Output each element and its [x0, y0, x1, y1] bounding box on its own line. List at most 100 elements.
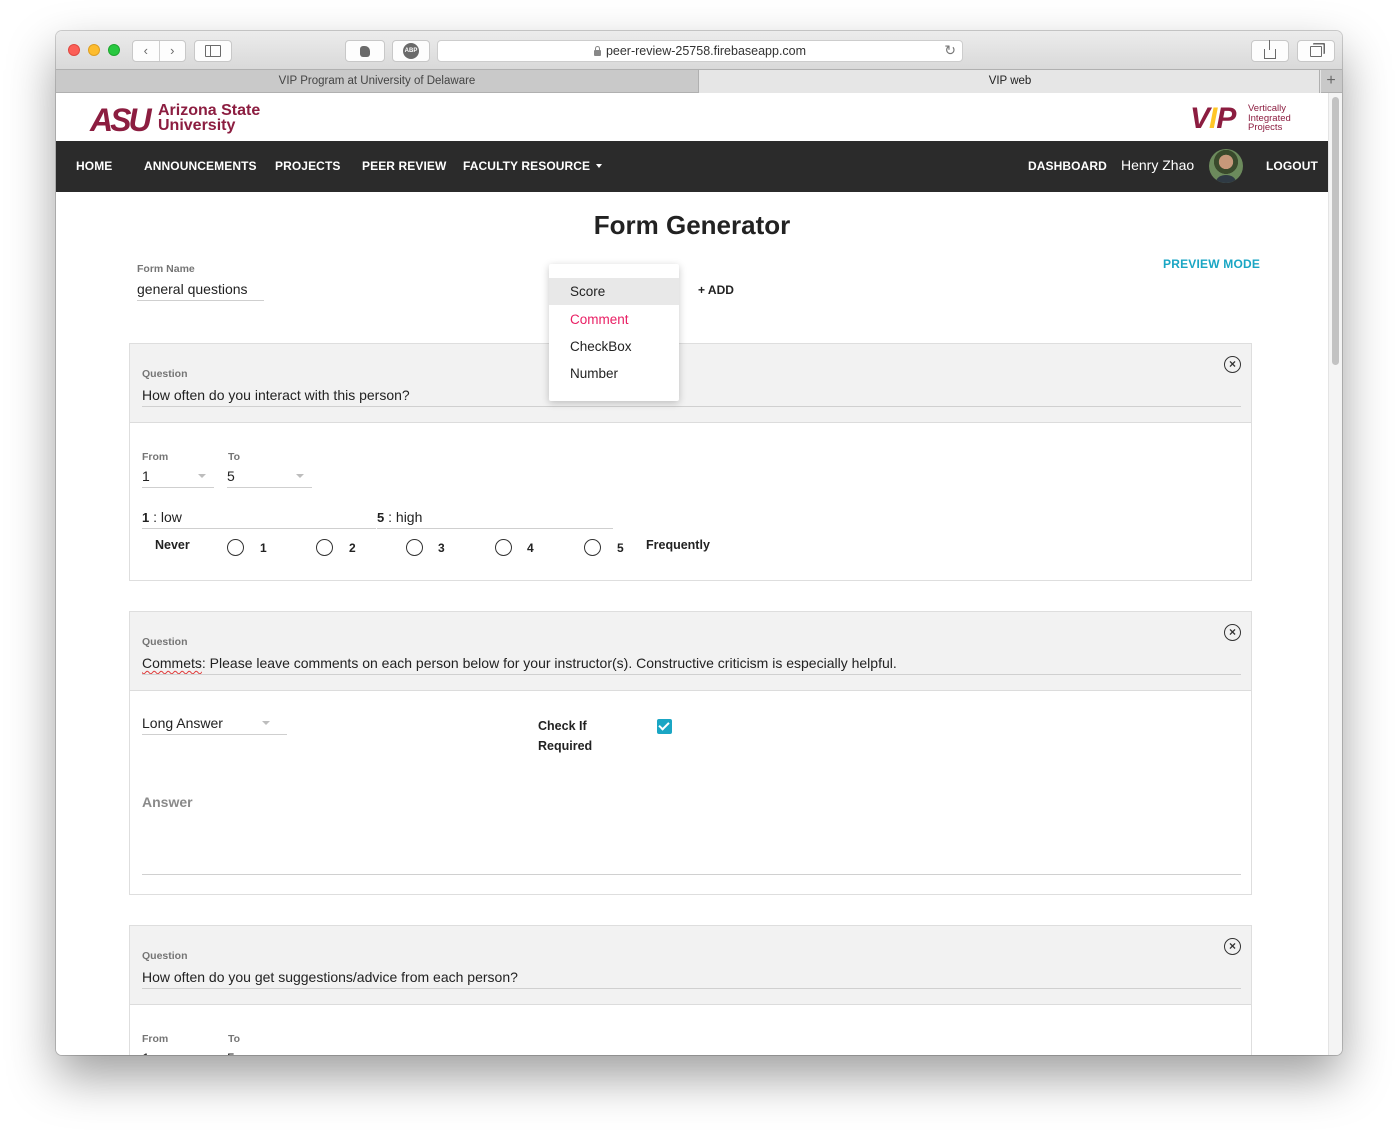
back-icon[interactable]: ‹	[133, 41, 160, 61]
page-title: Form Generator	[593, 210, 791, 240]
low-num: 1	[142, 510, 150, 525]
reload-icon[interactable]: ↻	[944, 42, 956, 59]
nav-announcements[interactable]: ANNOUNCEMENTS	[144, 141, 257, 192]
answer-textarea[interactable]	[142, 874, 1241, 875]
tab-vip-delaware[interactable]: VIP Program at University of Delaware	[56, 70, 698, 93]
radio-option[interactable]	[495, 539, 512, 556]
to-select[interactable]: 5	[227, 467, 312, 488]
sidebar-toggle-button[interactable]	[194, 40, 232, 62]
nav-faculty-resource[interactable]: FACULTY RESOURCE	[463, 141, 603, 192]
close-window-button[interactable]	[68, 44, 80, 56]
required-checkbox[interactable]	[657, 719, 672, 734]
radio-option[interactable]	[316, 539, 333, 556]
asu-logo-mark: ASU	[90, 102, 152, 138]
vip-logo-line3: Projects	[1248, 122, 1283, 133]
forward-icon[interactable]: ›	[160, 41, 186, 61]
from-label: From	[142, 451, 169, 463]
new-tab-icon[interactable]: +	[1319, 70, 1342, 93]
question-text-prefix: Commets	[142, 655, 202, 671]
menu-item-comment[interactable]: Comment	[549, 306, 679, 333]
vip-logo-v: V	[1190, 102, 1210, 135]
question-header: Question How often do you get suggestion…	[130, 926, 1251, 1005]
radio-option[interactable]	[227, 539, 244, 556]
caret-down-icon	[596, 164, 603, 168]
low-sep: :	[153, 509, 158, 525]
evernote-extension-button[interactable]	[345, 40, 385, 62]
question-label: Question	[142, 368, 188, 380]
dropdown-arrow-icon	[296, 474, 304, 478]
vip-logo-p: P	[1216, 102, 1236, 135]
question-card: Question How often do you interact with …	[129, 343, 1252, 581]
lock-icon	[593, 46, 601, 56]
to-value: 5	[227, 1050, 235, 1055]
low-text: low	[160, 509, 182, 525]
tab-vip-web[interactable]: VIP web	[698, 70, 1321, 93]
browser-titlebar: ‹ › ABP peer-review-25758.firebaseapp.co…	[56, 31, 1342, 69]
answer-label: Answer	[142, 794, 193, 810]
scrollbar-thumb[interactable]	[1332, 97, 1339, 365]
nav-dashboard[interactable]: DASHBOARD	[1028, 141, 1107, 192]
adblock-extension-button[interactable]: ABP	[392, 40, 430, 62]
high-label-input[interactable]: 5 : high	[377, 508, 613, 529]
form-name-input[interactable]: general questions	[137, 280, 264, 301]
close-icon[interactable]: ×	[1224, 624, 1241, 641]
from-select[interactable]: 1	[142, 1049, 214, 1055]
tab-bar: VIP Program at University of Delaware VI…	[56, 69, 1342, 93]
add-question-button[interactable]: + ADD	[698, 283, 734, 297]
from-value: 1	[142, 468, 150, 484]
browser-window: ‹ › ABP peer-review-25758.firebaseapp.co…	[56, 31, 1342, 1055]
adblock-icon: ABP	[403, 43, 419, 59]
low-label-input[interactable]: 1 : low	[142, 508, 376, 529]
question-text-input[interactable]: How often do you get suggestions/advice …	[142, 968, 1241, 989]
answer-type-select[interactable]: Long Answer	[142, 714, 287, 735]
menu-item-score[interactable]: Score	[549, 278, 679, 305]
from-label: From	[142, 1033, 169, 1045]
question-text-input[interactable]: Commets: Please leave comments on each p…	[142, 654, 1241, 675]
tabs-icon	[1310, 45, 1322, 57]
share-button[interactable]	[1251, 40, 1289, 62]
question-card: Question How often do you get suggestion…	[129, 925, 1252, 1055]
address-bar[interactable]: peer-review-25758.firebaseapp.com ↻	[437, 40, 963, 62]
vip-logo-text: Vertically Integrated Projects	[1248, 104, 1291, 133]
question-type-menu: Score Comment CheckBox Number	[549, 264, 679, 401]
to-label: To	[228, 1033, 241, 1045]
to-select[interactable]: 5	[227, 1049, 312, 1055]
form-name-label: Form Name	[137, 263, 195, 275]
nav-logout[interactable]: LOGOUT	[1266, 141, 1318, 192]
vip-logo-mark: VIP	[1190, 101, 1236, 137]
from-select[interactable]: 1	[142, 467, 214, 488]
radio-option[interactable]	[584, 539, 601, 556]
preview-mode-button[interactable]: PREVIEW MODE	[1163, 257, 1260, 271]
share-icon	[1264, 40, 1276, 59]
menu-item-number[interactable]: Number	[549, 360, 679, 387]
high-sep: :	[388, 509, 393, 525]
radio-option[interactable]	[406, 539, 423, 556]
minimize-window-button[interactable]	[88, 44, 100, 56]
question-card: Question Commets: Please leave comments …	[129, 611, 1252, 895]
close-icon[interactable]: ×	[1224, 938, 1241, 955]
scale-left-label: Never	[155, 538, 190, 552]
nav-home[interactable]: HOME	[76, 141, 112, 192]
scrollbar[interactable]	[1328, 93, 1342, 1055]
required-label: Check If Required	[538, 716, 592, 756]
user-name[interactable]: Henry Zhao	[1121, 141, 1194, 189]
zoom-window-button[interactable]	[108, 44, 120, 56]
question-text-input[interactable]: How often do you interact with this pers…	[142, 386, 1241, 407]
main-navbar: HOME ANNOUNCEMENTS PROJECTS PEER REVIEW …	[56, 141, 1328, 192]
asu-logo-text: Arizona State University	[158, 103, 260, 134]
nav-projects[interactable]: PROJECTS	[275, 141, 340, 192]
dropdown-arrow-icon	[198, 474, 206, 478]
url-text: peer-review-25758.firebaseapp.com	[605, 44, 807, 58]
required-label-line1: Check If	[538, 719, 587, 733]
nav-peer-review[interactable]: PEER REVIEW	[362, 141, 446, 192]
radio-option-label: 5	[617, 541, 624, 555]
question-header: Question How often do you interact with …	[130, 344, 1251, 423]
avatar[interactable]	[1209, 149, 1243, 183]
answer-type-value: Long Answer	[142, 715, 223, 731]
to-label: To	[228, 451, 241, 463]
question-header: Question Commets: Please leave comments …	[130, 612, 1251, 691]
tabs-overview-button[interactable]	[1297, 40, 1335, 62]
menu-item-checkbox[interactable]: CheckBox	[549, 333, 679, 360]
back-forward-buttons: ‹ ›	[132, 40, 186, 62]
close-icon[interactable]: ×	[1224, 356, 1241, 373]
